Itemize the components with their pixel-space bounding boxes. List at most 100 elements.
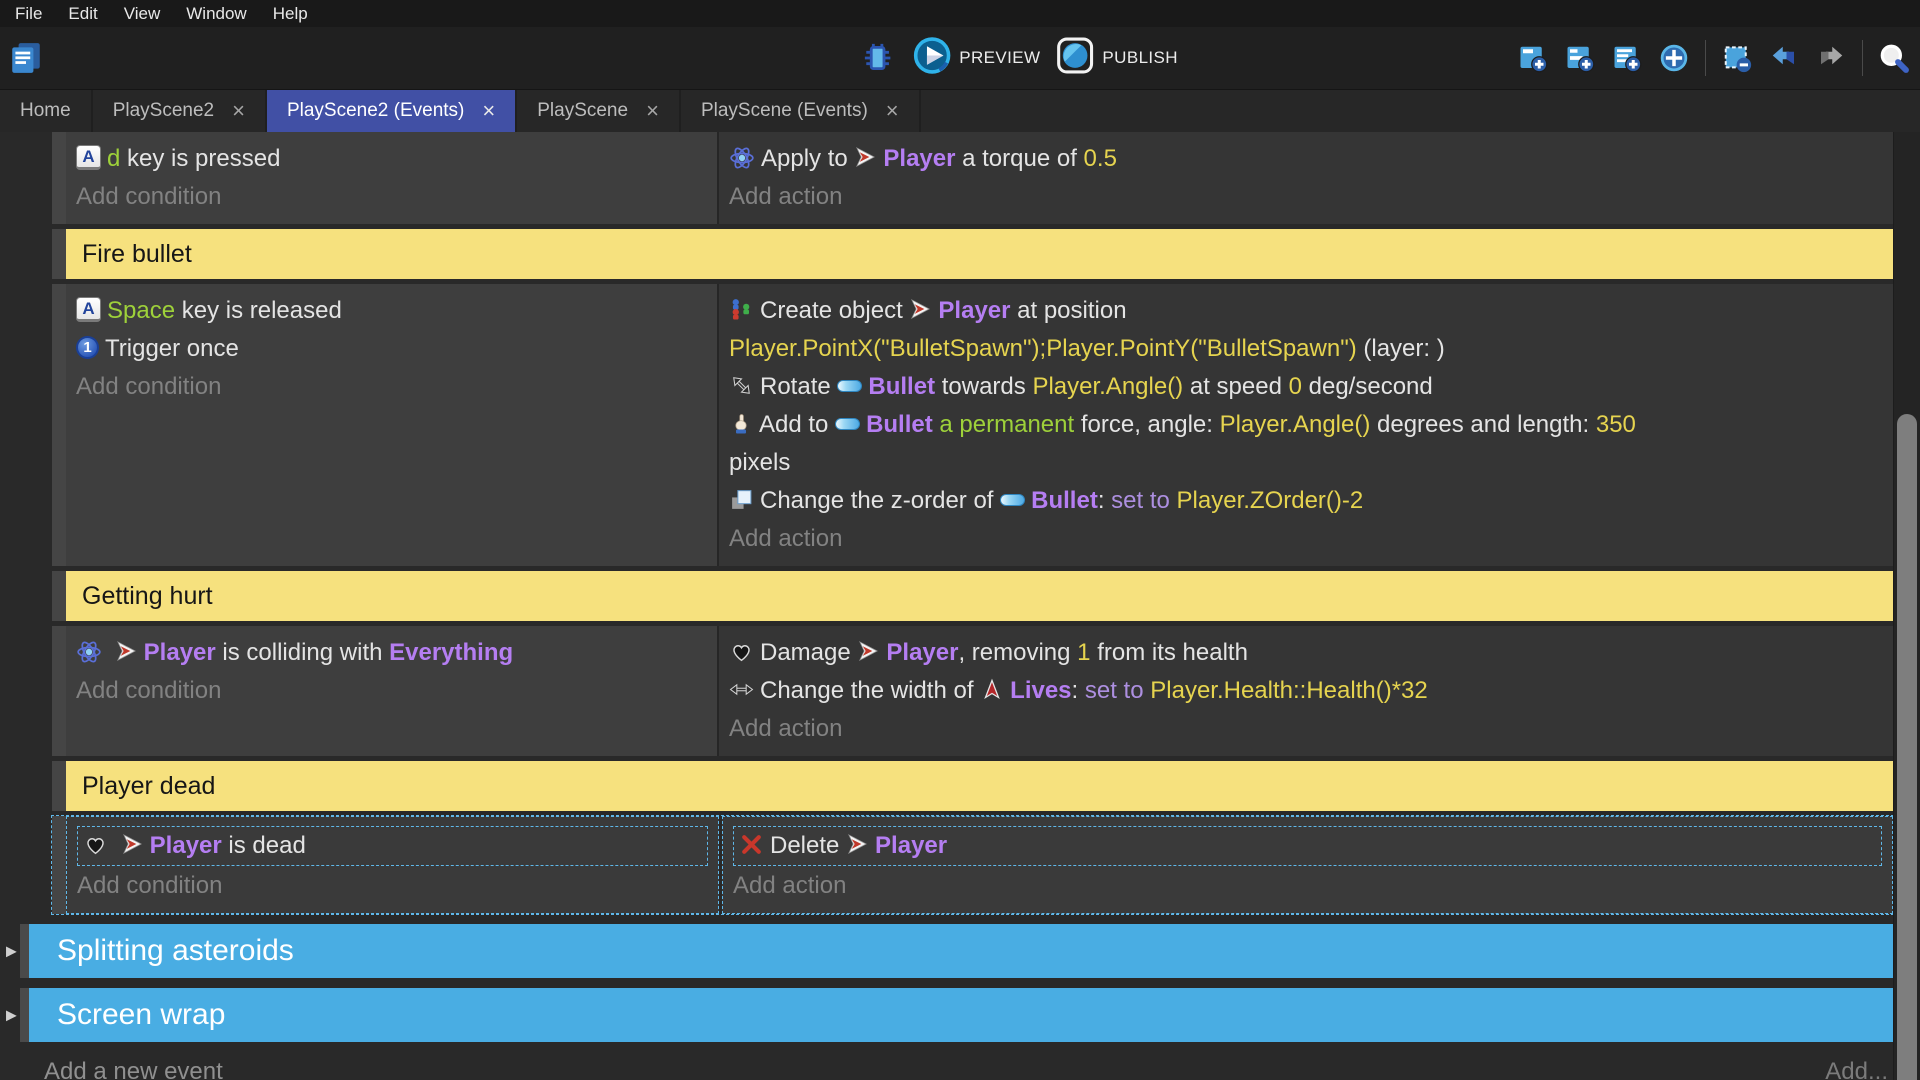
action[interactable]: Rotate Bullet towards Player.Angle() at … <box>729 368 1883 406</box>
conditions-cell[interactable]: ASpace key is released1Trigger onceAdd c… <box>66 284 719 566</box>
comment-row[interactable]: Fire bullet <box>52 229 1893 279</box>
ship-icon <box>121 833 144 856</box>
actions-cell[interactable]: Damage Player, removing 1 from its healt… <box>719 626 1893 756</box>
event-row[interactable]: Player is colliding with EverythingAdd c… <box>52 626 1893 756</box>
tab-playscene2-events[interactable]: PlayScene2 (Events)× <box>267 90 517 132</box>
tab-label: PlayScene <box>537 100 628 122</box>
action[interactable]: Change the width of Lives: set to Player… <box>729 672 1883 710</box>
add-action-button[interactable]: Add action <box>729 710 1883 748</box>
collapse-arrow-icon[interactable]: ▶ <box>6 943 17 960</box>
add-subevent-icon[interactable] <box>1560 40 1600 76</box>
event-row[interactable]: Ad key is pressedAdd conditionApply to P… <box>52 132 1893 224</box>
drag-handle[interactable] <box>52 571 66 621</box>
actions-cell[interactable]: Apply to Player a torque of 0.5Add actio… <box>719 132 1893 224</box>
expression: Player.Angle() <box>1220 411 1371 438</box>
tab-playscene2[interactable]: PlayScene2 × <box>93 90 267 132</box>
tab-close-icon[interactable]: × <box>232 100 245 122</box>
key-name: Space <box>107 297 175 324</box>
add-new-icon[interactable] <box>1654 40 1694 76</box>
menu-window[interactable]: Window <box>173 4 259 24</box>
comment-bar[interactable]: Getting hurt <box>66 571 1893 621</box>
actions-cell[interactable]: Delete PlayerAdd action <box>722 816 1893 914</box>
redo-icon[interactable] <box>1811 40 1851 76</box>
add-condition-button[interactable]: Add condition <box>76 368 707 406</box>
action[interactable]: Change the z-order of Bullet: set to Pla… <box>729 482 1883 520</box>
action[interactable]: Player.PointX("BulletSpawn");Player.Poin… <box>729 330 1883 368</box>
drag-handle[interactable] <box>20 988 29 1042</box>
action[interactable]: Delete Player <box>733 826 1882 866</box>
expression: 1 <box>1077 639 1090 666</box>
menu-bar: File Edit View Window Help <box>0 0 1920 27</box>
comment-bar[interactable]: Fire bullet <box>66 229 1893 279</box>
add-new-event-button[interactable]: Add a new event <box>44 1058 223 1080</box>
tab-label: PlayScene2 <box>113 100 214 122</box>
drag-handle[interactable] <box>52 816 66 914</box>
add-button[interactable]: Add... <box>1825 1058 1888 1080</box>
tab-label: Home <box>20 100 71 122</box>
add-action-button[interactable]: Add action <box>729 178 1883 216</box>
menu-help[interactable]: Help <box>260 4 321 24</box>
conditions-cell[interactable]: Ad key is pressedAdd condition <box>66 132 719 224</box>
delete-selected-icon[interactable] <box>1717 40 1757 76</box>
action[interactable]: Damage Player, removing 1 from its healt… <box>729 634 1883 672</box>
comment-row[interactable]: Player dead <box>52 761 1893 811</box>
add-condition-button[interactable]: Add condition <box>76 178 707 216</box>
tab-close-icon[interactable]: × <box>482 100 495 122</box>
add-event-icon[interactable] <box>1513 40 1553 76</box>
add-comment-icon[interactable] <box>1607 40 1647 76</box>
menu-edit[interactable]: Edit <box>55 4 110 24</box>
undo-icon[interactable] <box>1764 40 1804 76</box>
debug-icon[interactable] <box>857 40 897 76</box>
comment-bar[interactable]: Player dead <box>66 761 1893 811</box>
group-bar[interactable]: Screen wrap <box>29 988 1893 1042</box>
tab-home[interactable]: Home <box>0 90 93 132</box>
expression: Player.PointX("BulletSpawn");Player.Poin… <box>729 335 1357 362</box>
bullet-icon <box>1000 494 1025 506</box>
search-icon[interactable] <box>1874 40 1914 76</box>
condition[interactable]: Player is colliding with Everything <box>76 634 707 672</box>
group-row[interactable]: ▶Screen wrap <box>20 988 1893 1042</box>
conditions-cell[interactable]: Player is colliding with EverythingAdd c… <box>66 626 719 756</box>
tab-playscene-events[interactable]: PlayScene (Events)× <box>681 90 921 132</box>
drag-handle[interactable] <box>52 626 66 756</box>
publish-button[interactable]: PUBLISH <box>1056 37 1178 79</box>
tab-close-icon[interactable]: × <box>646 100 659 122</box>
text-segment: a torque of <box>955 145 1083 172</box>
actions-cell[interactable]: Create object Player at position Player.P… <box>719 284 1893 566</box>
add-condition-button[interactable]: Add condition <box>77 867 708 905</box>
add-action-button[interactable]: Add action <box>733 867 1882 905</box>
drag-handle[interactable] <box>52 284 66 566</box>
group-bar[interactable]: Splitting asteroids <box>29 924 1893 978</box>
event-row[interactable]: ASpace key is released1Trigger onceAdd c… <box>52 284 1893 566</box>
action[interactable]: Create object Player at position <box>729 292 1883 330</box>
condition[interactable]: Player is dead <box>77 826 708 866</box>
event-row[interactable]: Player is deadAdd conditionDelete Player… <box>52 816 1893 914</box>
group-row[interactable]: ▶Splitting asteroids <box>20 924 1893 978</box>
tab-close-icon[interactable]: × <box>886 100 899 122</box>
action[interactable]: Add to Bullet a permanent force, angle: … <box>729 406 1883 444</box>
tab-playscene[interactable]: PlayScene × <box>517 90 681 132</box>
collapse-arrow-icon[interactable]: ▶ <box>6 1007 17 1024</box>
condition[interactable]: ASpace key is released <box>76 292 707 330</box>
condition[interactable]: Ad key is pressed <box>76 140 707 178</box>
conditions-cell[interactable]: Player is deadAdd condition <box>66 816 719 914</box>
add-action-button[interactable]: Add action <box>729 520 1883 558</box>
zorder-icon <box>729 487 754 512</box>
action[interactable]: pixels <box>729 444 1883 482</box>
gdevelop-logo-icon[interactable] <box>8 40 44 76</box>
comment-row[interactable]: Getting hurt <box>52 571 1893 621</box>
drag-handle[interactable] <box>20 924 29 978</box>
preview-button[interactable]: PREVIEW <box>913 37 1040 79</box>
drag-handle[interactable] <box>52 229 66 279</box>
drag-handle[interactable] <box>52 761 66 811</box>
vertical-scrollbar[interactable] <box>1893 132 1920 1080</box>
scrollbar-thumb[interactable] <box>1897 414 1917 1080</box>
condition[interactable]: 1Trigger once <box>76 330 707 368</box>
group-title: Splitting asteroids <box>57 934 294 968</box>
text-segment: Create object <box>760 297 909 324</box>
add-condition-button[interactable]: Add condition <box>76 672 707 710</box>
menu-view[interactable]: View <box>111 4 174 24</box>
action[interactable]: Apply to Player a torque of 0.5 <box>729 140 1883 178</box>
drag-handle[interactable] <box>52 132 66 224</box>
menu-file[interactable]: File <box>2 4 55 24</box>
